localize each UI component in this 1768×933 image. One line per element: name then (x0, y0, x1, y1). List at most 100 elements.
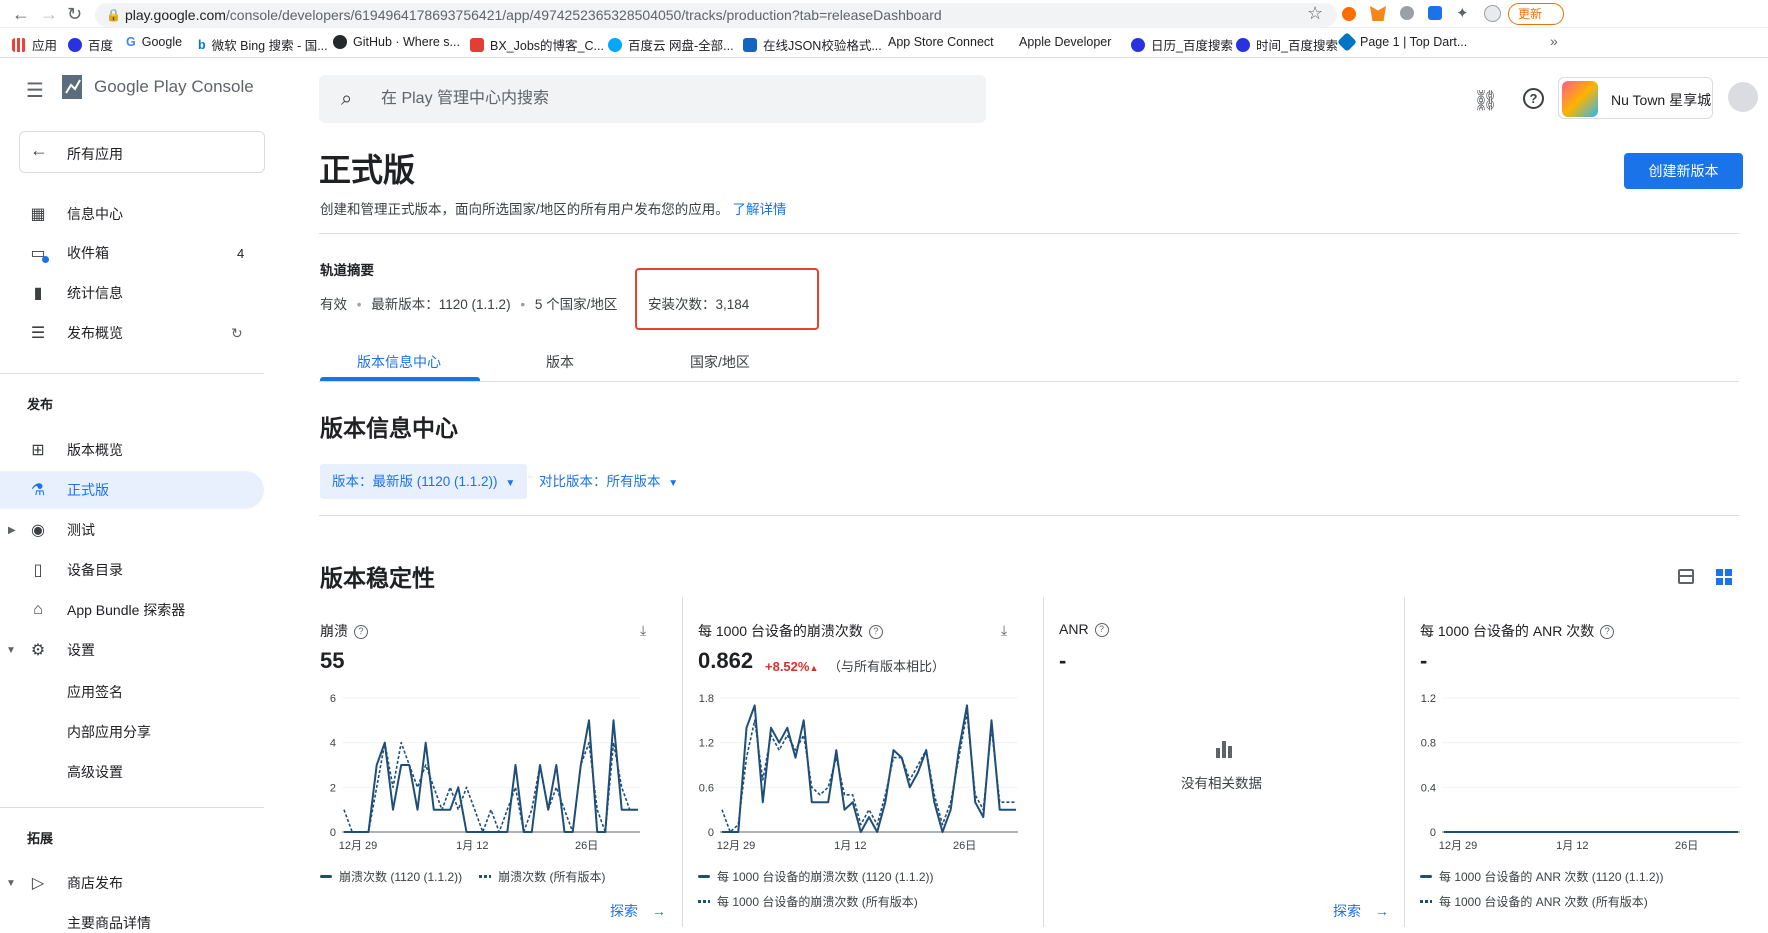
y-tick-label: 0 (708, 827, 714, 839)
card-separator (1043, 597, 1044, 927)
url-path: /console/developers/6194964178693756421/… (225, 7, 942, 23)
help-circle-icon[interactable]: ? (1600, 625, 1615, 640)
section-title: 版本信息中心 (320, 415, 458, 441)
bookmark-github[interactable]: GitHub · Where s... (333, 35, 460, 49)
tab-countries[interactable]: 国家/地区 (690, 352, 750, 372)
bookmark-label: 应用 (32, 39, 58, 53)
bookmark-apple-developer[interactable]: Apple Developer (1013, 35, 1111, 49)
download-icon[interactable]: ⤓ (1001, 622, 1007, 639)
bookmark-apps[interactable]: 应用 (12, 35, 57, 54)
sidebar-item-device-catalog[interactable]: ▯ 设备目录 (0, 551, 264, 589)
help-icon[interactable]: ? (1523, 88, 1544, 109)
sidebar-item-release-overview[interactable]: ⊞ 版本概览 (0, 431, 264, 469)
play-console-logo[interactable]: Google Play Console (60, 73, 254, 101)
bookmark-json[interactable]: 在线JSON校验格式... (743, 35, 882, 54)
bookmark-label: GitHub · Where s... (353, 35, 460, 49)
legend-dotted-swatch (1420, 900, 1432, 903)
tab-release-dashboard[interactable]: 版本信息中心 (357, 352, 441, 372)
bookmark-time[interactable]: 时间_百度搜索 (1236, 35, 1338, 54)
bookmark-baiduyun[interactable]: 百度云 网盘-全部... (608, 35, 734, 54)
sidebar-item-label: 版本概览 (67, 442, 123, 458)
tab-releases[interactable]: 版本 (546, 352, 574, 372)
forward-arrow-icon[interactable]: → (40, 4, 58, 25)
sidebar-item-settings[interactable]: ▼ ⚙ 设置 (0, 631, 264, 669)
compare-filter-dropdown[interactable]: 对比版本：所有版本 ▼ (539, 464, 678, 499)
help-circle-icon[interactable]: ? (868, 625, 883, 640)
sidebar-divider (0, 373, 264, 374)
sidebar-subitem-main-listing[interactable]: 主要商品详情 (67, 913, 151, 933)
help-circle-icon[interactable]: ? (1094, 623, 1109, 638)
sidebar-item-testing[interactable]: ▶ ◉ 测试 (0, 511, 264, 549)
installs-highlight-box: 安装次数：3,184 (635, 268, 819, 330)
bookmark-calendar[interactable]: 日历_百度搜索 (1131, 35, 1233, 54)
legend-solid-swatch (320, 875, 332, 878)
card-separator (1404, 597, 1405, 927)
help-circle-icon[interactable]: ? (354, 625, 368, 640)
x-tick-label: 26日 (953, 840, 976, 852)
sidebar-item-label: 统计信息 (67, 285, 123, 301)
sidebar-item-production[interactable]: ⚗ 正式版 (0, 471, 264, 509)
stability-title: 版本稳定性 (320, 565, 435, 591)
sidebar-item-bundle-explorer[interactable]: ⌂ App Bundle 探索器 (0, 591, 264, 629)
bookmark-dart[interactable]: Page 1 | Top Dart... (1337, 32, 1467, 52)
star-icon[interactable]: ☆ (1307, 3, 1323, 24)
extension-icon[interactable] (1400, 6, 1414, 20)
bookmark-label: Apple Developer (1019, 35, 1112, 49)
sidebar-item-statistics[interactable]: ▮ 统计信息 (0, 274, 264, 312)
grid-view-icon[interactable] (1716, 569, 1732, 585)
sidebar-item-publishing-overview[interactable]: ☰ 发布概览 ↻ (0, 314, 264, 352)
console-search-input[interactable]: ⌕ 在 Play 管理中心内搜索 (319, 75, 986, 123)
collapse-arrow-icon[interactable]: ▼ (6, 645, 16, 656)
crashes-card-title: 崩溃? (320, 621, 368, 641)
account-avatar[interactable] (1728, 82, 1758, 112)
extension-icon[interactable] (1342, 7, 1356, 21)
crashes-explore-link[interactable]: 探索 → (610, 901, 666, 921)
bookmark-bing[interactable]: b 微软 Bing 搜索 - 国... (198, 35, 328, 54)
download-icon[interactable]: ⤓ (640, 622, 646, 639)
bookmark-baidu[interactable]: 百度 (68, 35, 113, 54)
more-bookmarks-icon[interactable]: » (1550, 33, 1558, 49)
x-tick-label: 26日 (575, 840, 598, 852)
metamask-icon[interactable] (1370, 6, 1386, 21)
learn-more-link[interactable]: 了解详情 (733, 202, 787, 217)
back-arrow-icon[interactable]: ← (12, 4, 30, 25)
arrow-left-icon: ← (30, 140, 48, 160)
bookmark-csdn[interactable]: BX_Jobs的博客_C... (470, 35, 604, 54)
brand-name: Google Play Console (94, 77, 254, 96)
sidebar-item-label: 设备目录 (67, 562, 123, 578)
puzzle-icon[interactable]: ✦ (1456, 4, 1469, 22)
create-release-button[interactable]: 创建新版本 (1624, 153, 1743, 189)
x-tick-label: 12月 29 (339, 840, 378, 852)
bookmark-appstore-connect[interactable]: App Store Connect (882, 35, 994, 49)
x-tick-label: 12月 29 (717, 840, 756, 852)
address-bar[interactable]: 🔒 play.google.com/console/developers/619… (95, 3, 1337, 27)
legend-label: 每 1000 台设备的崩溃次数 (所有版本) (717, 895, 918, 909)
list-view-icon[interactable] (1678, 569, 1694, 584)
profile-icon[interactable] (1484, 5, 1501, 22)
legend-row: 每 1000 台设备的 ANR 次数 (所有版本) (1420, 893, 1664, 910)
update-button[interactable]: 更新 (1508, 3, 1564, 25)
bookmark-label: 微软 Bing 搜索 - 国... (211, 39, 328, 53)
sidebar-item-inbox[interactable]: ▭ 收件箱 4 (0, 234, 264, 272)
extension-icon[interactable] (1428, 6, 1442, 20)
anr-explore-link[interactable]: 探索 → (1333, 901, 1389, 921)
version-filter-dropdown[interactable]: 版本：最新版 (1120 (1.1.2)) ▼ (320, 464, 528, 499)
sidebar-item-dashboard[interactable]: ▦ 信息中心 (0, 195, 264, 233)
menu-icon[interactable]: ☰ (26, 78, 44, 103)
sidebar-item-label: 正式版 (67, 482, 109, 498)
sidebar-subitem-app-signing[interactable]: 应用签名 (67, 682, 123, 702)
track-summary-heading: 轨道摘要 (320, 263, 374, 278)
expand-arrow-icon[interactable]: ▶ (8, 525, 16, 536)
reload-icon[interactable]: ↻ (67, 4, 82, 25)
all-apps-button[interactable]: ← 所有应用 (19, 131, 265, 173)
bookmark-google[interactable]: G Google (126, 35, 182, 49)
app-switcher[interactable]: Nu Town 星享城 (1558, 77, 1713, 119)
sidebar-item-store-presence[interactable]: ▼ ▷ 商店发布 (0, 864, 264, 902)
sidebar-item-label: 商店发布 (67, 875, 123, 891)
collapse-arrow-icon[interactable]: ▼ (6, 878, 16, 889)
sidebar-subitem-advanced-settings[interactable]: 高级设置 (67, 762, 123, 782)
page-title: 正式版 (319, 152, 416, 188)
link-icon[interactable]: ⛓ (1473, 88, 1498, 113)
x-tick-label: 26日 (1675, 840, 1698, 852)
sidebar-subitem-internal-sharing[interactable]: 内部应用分享 (67, 722, 151, 742)
